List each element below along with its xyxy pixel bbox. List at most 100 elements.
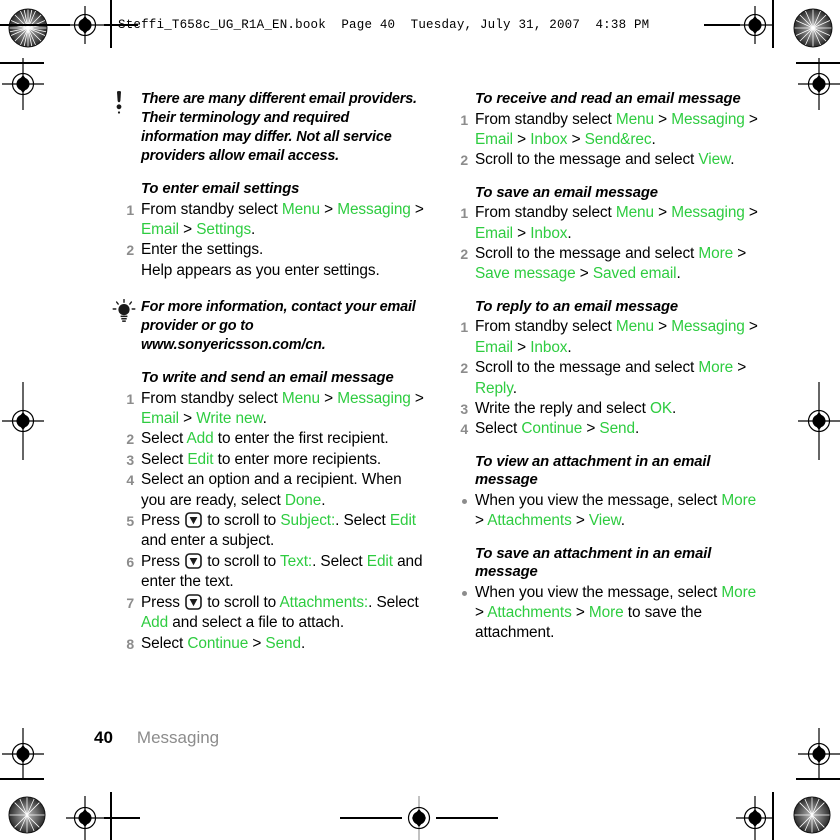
step-number: 2 [126,431,134,448]
step-text: to enter more recipients. [213,450,382,468]
menu-path-item: Email [475,130,513,148]
step-number: 1 [460,111,468,128]
instruction-step: 5 Press to scroll to Subject:. Select Edi… [112,511,430,552]
instruction-step: 2 Select Add to enter the first recipient… [112,429,430,449]
menu-path-item: Send [599,420,635,438]
printed-page: Steffi_T658c_UG_R1A_EN.book Page 40 Tues… [0,0,840,840]
section-heading-save-email: To save an email message [475,184,658,201]
menu-path-item: Inbox [530,224,568,242]
step-text: . [251,220,256,238]
step-text: and select a file to attach. [168,614,345,632]
step-text: > [653,110,672,128]
step-text: Write the reply and select [475,399,650,417]
step-text: > [575,265,593,283]
step-number: 1 [460,205,468,222]
menu-path-item: Subject: [280,512,336,530]
step-number: 2 [460,152,468,169]
step-text: to scroll to [203,512,281,530]
menu-path-item: Email [141,220,179,238]
registration-target-icon [736,6,774,44]
step-text: > [178,410,197,428]
step-text: . [321,491,326,509]
step-number: 1 [460,319,468,336]
menu-path-item: Settings [196,220,252,238]
menu-path-item: Send [265,634,301,652]
note-callout: There are many different email providers… [112,90,430,166]
menu-path-item: Edit [187,450,214,468]
menu-path-item: Menu [281,200,320,218]
trim-rule-top-left-v [110,0,112,48]
step-text: . [567,338,572,356]
step-text: > [733,245,747,263]
registration-target-icon [400,796,438,840]
instruction-step: 1 From standby select Menu > Messaging > … [446,317,764,358]
menu-path-item: Saved email [592,265,677,283]
book-header-line: Steffi_T658c_UG_R1A_EN.book Page 40 Tues… [118,18,650,32]
menu-path-item: More [721,583,757,601]
trim-rule-bottom-center-left [340,817,402,819]
step-text: > [512,338,531,356]
trim-rule-lower-left [0,778,44,780]
menu-path-item: Attachments [487,604,572,621]
menu-path-item: Menu [615,110,654,128]
menu-path-item: Messaging [671,110,745,128]
step-text: > [512,224,531,242]
step-text: . Select [368,593,419,611]
step-text: > [248,634,266,652]
menu-path-item: Menu [615,204,654,222]
left-column: There are many different email providers… [112,90,430,654]
menu-path-item: More [721,491,757,509]
color-burst-icon [793,8,833,48]
instruction-bullet: When you view the message, select More >… [446,583,764,644]
steps-reply-email: 1 From standby select Menu > Messaging > … [446,317,764,439]
registration-target-icon [798,728,840,780]
footer-section-name: Messaging [136,728,220,747]
instruction-step: 3 Write the reply and select OK. [446,399,764,419]
menu-path-item: Menu [281,389,320,407]
tip-text: For more information, contact your email… [141,299,416,354]
step-text: . [676,265,681,283]
section-heading-view-attachment: To view an attachment in an email messag… [475,453,711,489]
color-burst-icon [8,795,46,835]
step-number: 8 [126,635,134,652]
step-text: to scroll to [203,552,281,570]
trim-rule-upper-left [0,62,44,64]
step-text: When you view the message, select [475,583,722,601]
step-text: > [319,200,338,218]
registration-target-icon [2,382,44,460]
step-text: Enter the settings. [141,241,264,259]
step-text: When you view the message, select [475,491,722,509]
menu-path-item: More [698,359,734,377]
step-text: Help appears as you enter settings. [141,261,380,279]
bullet-marker [462,590,467,596]
menu-path-item: More [588,604,624,621]
step-text: . Select [335,512,390,530]
step-text: Scroll to the message and select [475,245,699,263]
page-footer: 40 Messaging [94,728,219,748]
registration-target-icon [798,58,840,110]
step-text: . [730,151,735,169]
right-column: To receive and read an email message 1 Fr… [446,90,764,644]
trim-rule-bottom-left-v [110,792,112,840]
menu-path-item: Menu [615,318,654,336]
instruction-bullet: When you view the message, select More >… [446,491,764,532]
step-text: > [410,389,424,407]
instruction-step: 1 From standby select Menu > Messaging > … [446,203,764,244]
steps-write-send-email: 1 From standby select Menu > Messaging > … [112,389,430,654]
instruction-step: 3 Select Edit to enter more recipients. [112,450,430,470]
menu-path-item: Add [186,430,214,448]
step-text: . Select [312,552,367,570]
step-text: > [653,204,672,222]
menu-path-item: OK [649,399,672,417]
navigation-down-key-icon [185,553,202,569]
section-heading-reply-email: To reply to an email message [475,298,679,315]
menu-path-item: Done [284,491,322,509]
menu-path-item: Messaging [337,200,411,218]
step-text: > [571,604,589,621]
tip-callout: For more information, contact your email… [112,298,430,355]
section-heading-enter-email-settings: To enter email settings [141,181,300,197]
